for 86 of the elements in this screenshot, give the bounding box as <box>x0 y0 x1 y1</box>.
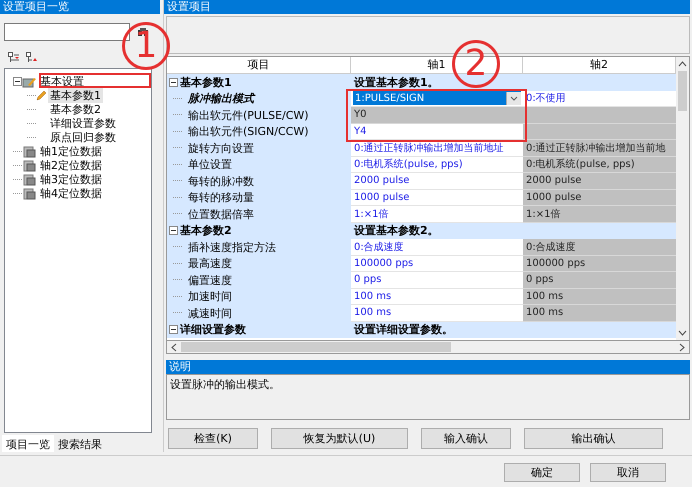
action-button[interactable]: 输出确认 <box>524 428 663 449</box>
table-cell[interactable]: 100000 pps <box>351 256 523 272</box>
table-cell: 0:通过正转脉冲输出增加当前地 <box>523 140 676 156</box>
row-label: 输出软元件(SIGN/CCW) <box>188 124 309 140</box>
table-cell[interactable]: 1000 pulse <box>351 190 523 206</box>
row-label: 插补速度指定方法 <box>188 240 276 255</box>
folder-pencil-icon <box>22 76 36 88</box>
table-cell[interactable]: 0:合成速度 <box>351 239 523 256</box>
table-cell: 0:电机系统(pulse, pps) <box>523 156 676 173</box>
row-label: 单位设置 <box>188 157 232 172</box>
chevron-down-icon[interactable] <box>506 92 521 105</box>
tree-item[interactable]: 原点回归参数 <box>48 130 118 146</box>
scroll-right-icon <box>679 342 685 352</box>
scroll-up-icon <box>678 61 687 67</box>
row-label: 偏置速度 <box>188 272 232 288</box>
table-cell[interactable]: 100 ms <box>351 305 523 322</box>
table-cell: 1:×1倍 <box>523 206 676 222</box>
scroll-left-icon <box>171 342 177 352</box>
description-text: 设置脉冲的输出模式。 <box>170 378 280 391</box>
tree-item[interactable]: 基本参数2 <box>48 102 103 118</box>
row-label: 减速时间 <box>188 306 232 321</box>
scroll-down-icon <box>678 330 687 336</box>
group-description: 设置详细设置参数。 <box>354 322 453 338</box>
data-icon <box>22 188 36 200</box>
group-description: 设置基本参数2。 <box>354 223 439 238</box>
dialog-button[interactable]: 取消 <box>590 463 666 482</box>
section-title: 说明 <box>166 360 690 374</box>
table-cell: 100 ms <box>523 305 676 322</box>
collapse-icon[interactable] <box>13 77 22 86</box>
panel-title: 设置项目一览 <box>0 0 160 14</box>
row-label: 每转的移动量 <box>188 190 254 206</box>
dialog-button[interactable]: 确定 <box>504 463 580 482</box>
expand-all-icon[interactable] <box>8 52 20 63</box>
group-label: 详细设置参数 <box>180 322 246 338</box>
group-label: 基本参数2 <box>180 223 232 238</box>
tree-item[interactable]: 详细设置参数 <box>48 116 118 132</box>
action-button[interactable]: 恢复为默认(U) <box>271 428 408 449</box>
annotation-number: 1 <box>122 22 170 70</box>
action-button[interactable]: 检查(K) <box>168 428 258 449</box>
annotation-number: 2 <box>452 40 500 88</box>
table-cell[interactable]: 2000 pulse <box>351 173 523 190</box>
table-cell[interactable]: 0:电机系统(pulse, pps) <box>351 156 523 173</box>
data-icon <box>22 160 36 172</box>
collapse-all-icon[interactable] <box>26 52 38 63</box>
table-cell: Y0 <box>351 107 523 124</box>
search-field[interactable] <box>4 22 130 41</box>
tree-item[interactable]: 轴3定位数据 <box>38 172 104 188</box>
row-label: 加速时间 <box>188 289 232 304</box>
group-label: 基本参数1 <box>180 74 232 90</box>
scroll-thumb[interactable] <box>181 342 451 352</box>
collapse-icon[interactable] <box>169 325 178 334</box>
row-label: 脉冲输出模式 <box>188 91 254 106</box>
table-cell: 100 ms <box>523 288 676 305</box>
row-label: 最高速度 <box>188 256 232 272</box>
table-cell: 0:合成速度 <box>523 239 676 256</box>
horizontal-scrollbar[interactable] <box>166 341 690 354</box>
data-icon <box>22 146 36 158</box>
table-cell: 100000 pps <box>523 256 676 272</box>
table-cell: 0 pps <box>523 272 676 288</box>
action-button[interactable]: 输入确认 <box>421 428 511 449</box>
tree-item[interactable]: 基本参数1 <box>48 88 103 104</box>
row-label: 输出软元件(PULSE/CW) <box>188 108 309 123</box>
tab[interactable]: 项目一览 <box>2 435 54 452</box>
table-cell: 1000 pulse <box>523 190 676 206</box>
pencil-icon <box>36 90 46 101</box>
tree-item[interactable]: 轴2定位数据 <box>38 158 104 174</box>
table-cell[interactable]: 0 pps <box>351 272 523 288</box>
tree-item[interactable]: 轴4定位数据 <box>38 186 104 202</box>
row-label: 旋转方向设置 <box>188 140 254 156</box>
tree-item[interactable]: 轴1定位数据 <box>38 144 104 160</box>
group-description: 设置基本参数1。 <box>354 74 439 90</box>
tree-item[interactable]: 基本设置 <box>38 74 86 90</box>
scroll-thumb[interactable] <box>678 71 687 111</box>
table-cell[interactable]: 100 ms <box>351 288 523 305</box>
table-cell[interactable]: Y4 <box>351 124 523 140</box>
vertical-scrollbar[interactable] <box>676 57 689 340</box>
collapse-icon[interactable] <box>169 226 178 236</box>
dropdown[interactable]: 1:PULSE/SIGN <box>353 91 521 106</box>
table-cell: 2000 pulse <box>523 173 676 190</box>
row-label: 位置数据倍率 <box>188 206 254 222</box>
collapse-icon[interactable] <box>169 78 178 87</box>
row-label: 每转的脉冲数 <box>188 174 254 189</box>
data-icon <box>22 174 36 186</box>
column-header: 项目 <box>167 57 351 73</box>
table-cell[interactable]: 1:×1倍 <box>351 206 523 222</box>
panel-title: 设置项目 <box>164 0 690 14</box>
